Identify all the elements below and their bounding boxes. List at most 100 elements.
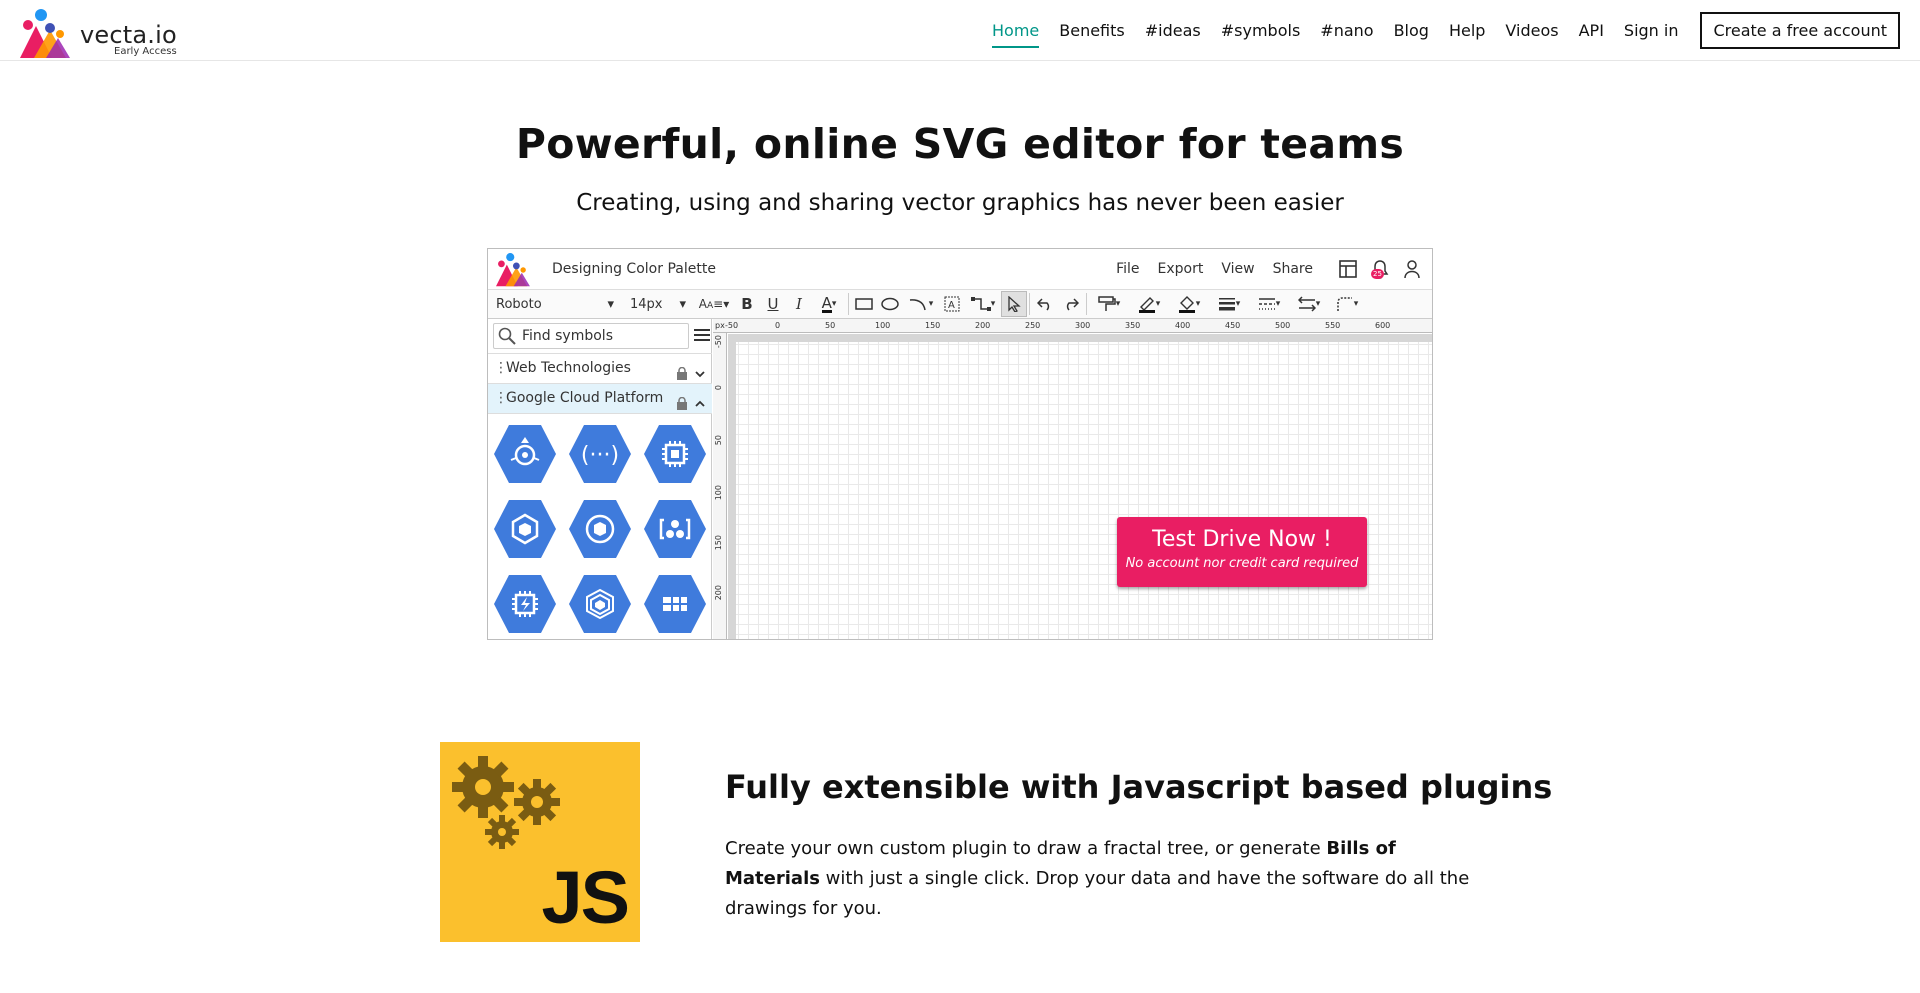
- corner-style-icon[interactable]: ▾: [1329, 291, 1365, 317]
- redo-icon[interactable]: [1058, 291, 1084, 317]
- ruler-tick-label: 100: [875, 321, 891, 330]
- drawing-canvas[interactable]: px -50 0 50 100 150 200 250 300 350 400 450 500 550 6…: [713, 319, 1432, 639]
- feature-text-part: Create your own custom plugin to draw a …: [725, 838, 1327, 859]
- ruler-tick-label: 350: [1125, 321, 1141, 330]
- nav-nano[interactable]: #nano: [1320, 17, 1373, 44]
- ruler-tick-label: 150: [925, 321, 941, 330]
- ellipse-icon[interactable]: [877, 291, 903, 317]
- ruler-top: px -50 0 50 100 150 200 250 300 350 400 450 500 550 6…: [713, 319, 1432, 333]
- user-profile-icon[interactable]: [1400, 257, 1424, 281]
- hero-subtitle: Creating, using and sharing vector graph…: [576, 190, 1344, 216]
- select-pointer-icon[interactable]: [1001, 291, 1027, 317]
- create-account-button[interactable]: Create a free account: [1700, 12, 1900, 49]
- hamburger-menu-icon[interactable]: [694, 327, 710, 347]
- canvas-grid[interactable]: [728, 334, 1432, 639]
- javascript-plugins-image: JS: [440, 742, 640, 942]
- ruler-tick-label: 0: [775, 321, 781, 330]
- nav-api[interactable]: API: [1579, 17, 1604, 44]
- nav-home[interactable]: Home: [992, 17, 1040, 48]
- notification-count-badge: 25: [1371, 269, 1384, 279]
- bold-icon[interactable]: B: [734, 291, 760, 317]
- menu-file[interactable]: File: [1116, 261, 1139, 277]
- nav-help[interactable]: Help: [1449, 17, 1485, 44]
- font-family-value: Roboto: [496, 296, 542, 312]
- nav-symbols[interactable]: #symbols: [1221, 17, 1301, 44]
- divider: [488, 413, 712, 414]
- svg-text:(···): (···): [581, 443, 619, 468]
- italic-icon[interactable]: I: [786, 291, 812, 317]
- notification-bell-icon[interactable]: 25: [1368, 257, 1392, 281]
- compute-engine-icon[interactable]: [642, 423, 708, 485]
- ruler-left: -50 0 50 100 150 200: [713, 333, 727, 639]
- undo-icon[interactable]: [1032, 291, 1058, 317]
- curve-icon[interactable]: ▾: [903, 291, 939, 317]
- find-symbols-input[interactable]: Find symbols: [493, 323, 689, 349]
- test-drive-button[interactable]: Test Drive Now ! No account nor credit c…: [1117, 517, 1367, 587]
- search-icon: [498, 327, 516, 353]
- ruler-tick-label: 200: [714, 585, 723, 601]
- layers-icon[interactable]: [567, 573, 633, 635]
- group-label: Google Cloud Platform: [506, 390, 664, 406]
- text-box-icon[interactable]: A: [939, 291, 965, 317]
- format-painter-icon[interactable]: ▾: [1089, 291, 1129, 317]
- ruler-tick-label: -50: [725, 321, 739, 330]
- drag-handle-icon[interactable]: ⋮: [494, 384, 508, 413]
- layout-icon[interactable]: [1336, 257, 1360, 281]
- nav-ideas[interactable]: #ideas: [1145, 17, 1201, 44]
- cloud-tpu-icon[interactable]: [492, 573, 558, 635]
- cluster-icon[interactable]: [642, 498, 708, 560]
- main-nav: Home Benefits #ideas #symbols #nano Blog…: [972, 0, 1900, 61]
- connector-icon[interactable]: ▾: [965, 291, 1001, 317]
- ruler-tick-label: 150: [714, 535, 723, 551]
- menu-view[interactable]: View: [1221, 261, 1254, 277]
- group-web-technologies[interactable]: ⋮ Web Technologies: [488, 353, 712, 383]
- container-engine-icon[interactable]: [492, 498, 558, 560]
- api-icon[interactable]: (···): [567, 423, 633, 485]
- ruler-tick-label: 200: [975, 321, 991, 330]
- font-size-value: 14px: [630, 296, 663, 312]
- editor-preview: Designing Color Palette File Export View…: [487, 248, 1433, 640]
- stroke-color-icon[interactable]: ▾: [1129, 291, 1169, 317]
- lock-icon: [676, 392, 688, 421]
- font-family-select[interactable]: Roboto ▾: [488, 297, 622, 312]
- brand-tag: Early Access: [114, 46, 177, 57]
- group-google-cloud-platform[interactable]: ⋮ Google Cloud Platform: [488, 383, 712, 413]
- ruler-tick-label: 250: [1025, 321, 1041, 330]
- ruler-tick-label: 100: [714, 485, 723, 501]
- font-color-icon[interactable]: A ▾: [812, 291, 846, 317]
- brand-logo[interactable]: vecta.io Early Access: [20, 8, 180, 60]
- nav-blog[interactable]: Blog: [1394, 17, 1429, 44]
- page-margin: [728, 334, 1432, 342]
- nav-videos[interactable]: Videos: [1505, 17, 1558, 44]
- ruler-tick-label: 300: [1075, 321, 1091, 330]
- fill-color-icon[interactable]: ▾: [1169, 291, 1209, 317]
- ruler-tick-label: 50: [714, 435, 723, 446]
- rectangle-icon[interactable]: [851, 291, 877, 317]
- chevron-up-icon[interactable]: [694, 392, 706, 421]
- ruler-tick-label: 600: [1375, 321, 1391, 330]
- ruler-tick-label: 400: [1175, 321, 1191, 330]
- toolbar-divider: [1086, 293, 1087, 315]
- editor-toolbar: Roboto ▾ 14px ▾ AA≡▾ B U I A ▾ ▾ A ▾ ▾ ▾ …: [488, 289, 1432, 319]
- container-registry-icon[interactable]: [567, 498, 633, 560]
- ruler-tick-label: 500: [1275, 321, 1291, 330]
- hero-title: Powerful, online SVG editor for teams: [515, 120, 1405, 168]
- apps-grid-icon[interactable]: [642, 573, 708, 635]
- underline-icon[interactable]: U: [760, 291, 786, 317]
- gears-icon: [452, 756, 560, 849]
- drag-handle-icon[interactable]: ⋮: [494, 354, 508, 383]
- endpoints-icon[interactable]: [492, 423, 558, 485]
- text-case-icon[interactable]: AA≡▾: [694, 291, 734, 317]
- line-style-icon[interactable]: ▾: [1249, 291, 1289, 317]
- feature-title: Fully extensible with Javascript based p…: [725, 768, 1553, 806]
- menu-export[interactable]: Export: [1158, 261, 1204, 277]
- ruler-unit: px: [715, 321, 725, 330]
- nav-benefits[interactable]: Benefits: [1059, 17, 1125, 44]
- line-weight-icon[interactable]: ▾: [1209, 291, 1249, 317]
- font-size-select[interactable]: 14px ▾: [622, 297, 694, 312]
- nav-sign-in[interactable]: Sign in: [1624, 17, 1679, 44]
- menu-share[interactable]: Share: [1273, 261, 1313, 277]
- document-title[interactable]: Designing Color Palette: [552, 261, 716, 277]
- arrowheads-icon[interactable]: ▾: [1289, 291, 1329, 317]
- feature-text-part: with just a single click. Drop your data…: [725, 868, 1470, 919]
